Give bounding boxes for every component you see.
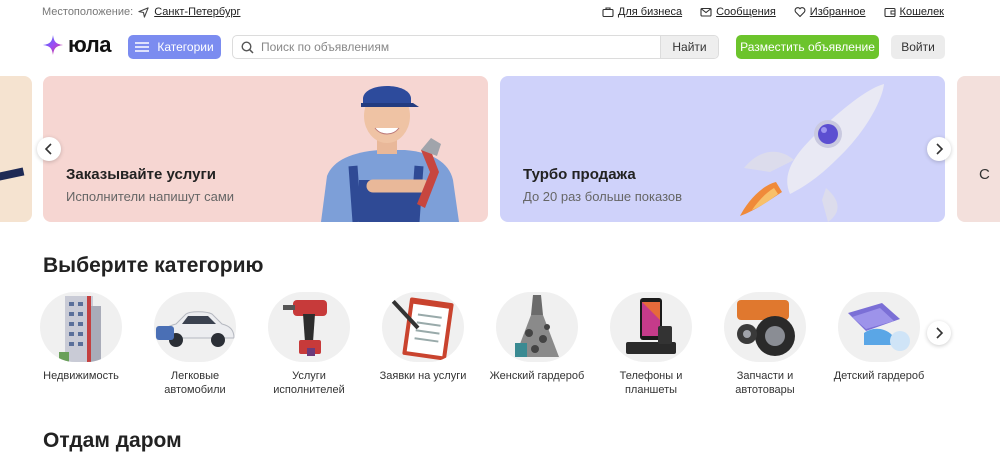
menu-icon	[135, 42, 150, 52]
category-label: Детский гардероб	[833, 370, 925, 382]
favorites-link[interactable]: Избранное	[794, 6, 866, 18]
favorites-link-label: Избранное	[809, 6, 866, 18]
location-arrow-icon	[138, 6, 149, 18]
banner-turbo-subtitle: До 20 раз больше показов	[523, 189, 683, 204]
wallet-icon	[883, 7, 896, 18]
category-label: Недвижимость	[43, 370, 119, 382]
top-links: Для бизнеса Сообщения Избранное Кошелек	[602, 6, 944, 18]
dress-icon	[496, 292, 578, 362]
kids-clothes-icon	[838, 292, 920, 362]
search-bar: Найти	[232, 35, 719, 59]
categories-title: Выберите категорию	[43, 254, 264, 277]
category-label: Женский гардероб	[489, 370, 585, 382]
category-item-kids-wardrobe[interactable]: Детский гардероб	[825, 292, 933, 383]
categories-button-label: Категории	[157, 40, 214, 54]
phone-icon	[610, 292, 692, 362]
envelope-icon	[700, 7, 712, 17]
categories-next-button[interactable]	[927, 321, 951, 345]
banner-next[interactable]: С	[957, 76, 1000, 222]
category-label: Телефоны и планшеты	[619, 370, 683, 396]
logo-star-icon	[43, 35, 63, 55]
messages-link-label: Сообщения	[716, 6, 776, 18]
location-link[interactable]: Санкт-Петербург	[154, 6, 240, 18]
category-item-real-estate[interactable]: Недвижимость	[27, 292, 135, 383]
car-icon	[154, 292, 236, 362]
logo[interactable]: юла	[42, 32, 111, 58]
chevron-left-icon	[44, 143, 52, 155]
carousel-next-button[interactable]	[927, 137, 951, 161]
banner-services-title: Заказывайте услуги	[66, 166, 216, 183]
business-link[interactable]: Для бизнеса	[602, 6, 682, 18]
top-bar: Местоположение: Санкт-Петербург Для бизн…	[0, 0, 1000, 26]
category-item-womens-wardrobe[interactable]: Женский гардероб	[483, 292, 591, 383]
building-icon	[40, 292, 122, 362]
briefcase-icon	[602, 7, 614, 18]
location: Местоположение: Санкт-Петербург	[42, 6, 240, 18]
category-item-auto-parts[interactable]: Запчасти и автотовары	[711, 292, 819, 397]
banner-previous[interactable]	[0, 76, 32, 222]
chevron-right-icon	[936, 327, 944, 339]
repairman-image	[321, 86, 459, 222]
category-label: Услуги исполнителей	[273, 370, 345, 396]
rocket-image	[740, 84, 884, 222]
messages-link[interactable]: Сообщения	[700, 6, 776, 18]
banner-services[interactable]: Заказывайте услуги Исполнители напишут с…	[43, 76, 488, 222]
location-label: Местоположение:	[42, 6, 134, 18]
carousel-prev-button[interactable]	[37, 137, 61, 161]
search-button[interactable]: Найти	[660, 36, 718, 58]
category-item-cars[interactable]: Легковые автомобили	[141, 292, 249, 397]
banner-services-subtitle: Исполнители напишут сами	[66, 189, 235, 204]
promo-carousel: Заказывайте услуги Исполнители напишут с…	[0, 76, 1000, 222]
search-icon	[233, 40, 261, 54]
category-item-phones[interactable]: Телефоны и планшеты	[597, 292, 705, 397]
category-label: Заявки на услуги	[379, 370, 467, 382]
chevron-right-icon	[936, 143, 944, 155]
search-input[interactable]	[261, 40, 660, 54]
category-label: Запчасти и автотовары	[735, 370, 795, 396]
banner-turbo-title: Турбо продажа	[523, 166, 636, 183]
wallet-link[interactable]: Кошелек	[883, 6, 944, 18]
wallet-link-label: Кошелек	[899, 6, 944, 18]
category-label: Легковые автомобили	[164, 370, 226, 396]
logo-text: юла	[68, 32, 111, 57]
banner-next-title: С	[979, 166, 990, 183]
categories-button[interactable]: Категории	[128, 35, 221, 59]
login-button[interactable]: Войти	[891, 35, 945, 59]
business-link-label: Для бизнеса	[617, 6, 683, 18]
banner-stripe	[0, 167, 25, 185]
category-item-requests[interactable]: Заявки на услуги	[369, 292, 477, 383]
category-item-services[interactable]: Услуги исполнителей	[255, 292, 363, 397]
heart-icon	[794, 7, 806, 18]
post-ad-button[interactable]: Разместить объявление	[736, 35, 879, 59]
header: юла Категории Найти Разместить объявлени…	[0, 28, 1000, 68]
drill-icon	[268, 292, 350, 362]
clipboard-icon	[382, 292, 464, 362]
banner-turbo[interactable]: Турбо продажа До 20 раз больше показов	[500, 76, 945, 222]
category-list: Недвижимость Легковые автомобили Услуги …	[40, 292, 943, 402]
wheel-icon	[724, 292, 806, 362]
free-section-title: Отдам даром	[43, 429, 182, 452]
